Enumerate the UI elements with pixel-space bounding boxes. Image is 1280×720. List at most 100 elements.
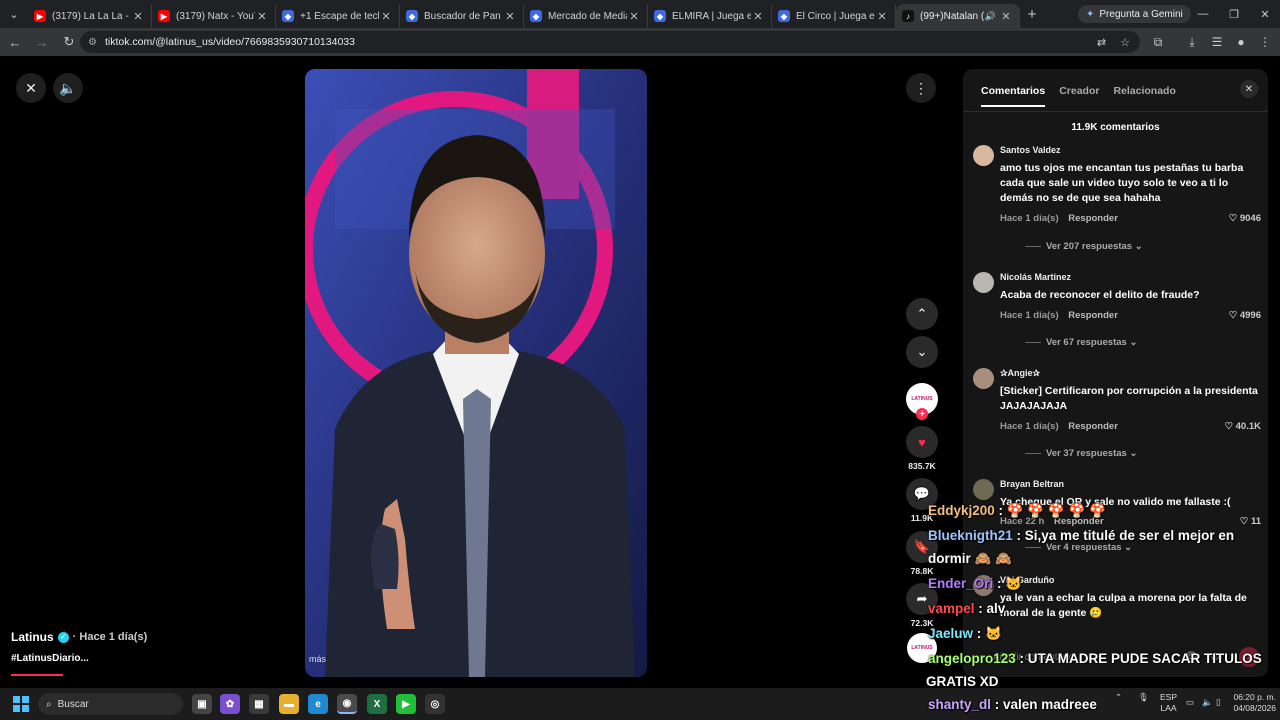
view-replies[interactable]: Ver 207 respuestas ⌄ <box>1025 241 1143 252</box>
view-replies[interactable]: Ver 37 respuestas ⌄ <box>1025 448 1137 459</box>
tab-title: Buscador de Pan | Juega <box>424 10 503 22</box>
tab-title: (99+)Natalan (@natalan) <box>920 10 985 22</box>
browser-tab[interactable]: ◆ ELMIRA | Juega en Roblox ✕ <box>648 4 772 28</box>
windows-start-icon[interactable] <box>13 696 29 712</box>
file-explorer-icon[interactable]: ▬ <box>279 694 299 714</box>
tab-comments[interactable]: Comentarios <box>981 85 1046 107</box>
tab-creator[interactable]: Creador <box>1059 85 1099 107</box>
reload-icon[interactable]: ↻ <box>57 30 81 54</box>
follow-plus-icon[interactable]: + <box>916 408 928 420</box>
obs-icon[interactable]: ◎ <box>425 694 445 714</box>
close-window-icon[interactable]: ✕ <box>1250 0 1280 28</box>
address-bar[interactable]: ⚙ tiktok.com/@latinus_us/video/766983593… <box>80 31 1140 53</box>
avatar[interactable] <box>973 272 994 293</box>
browser-tab[interactable]: ◆ +1 Escape de teclado ✕ <box>276 4 400 28</box>
close-icon[interactable]: ✕ <box>379 10 393 23</box>
tab-title: Mercado de Medianoche <box>548 10 627 22</box>
chat-user: Blueknigth21 <box>928 528 1013 543</box>
edge-icon[interactable]: e <box>308 694 328 714</box>
menu-dots-icon[interactable]: ⋮ <box>1253 30 1277 54</box>
browser-tab-active[interactable]: ♪ (99+)Natalan (@natalan) 🔊 ✕ <box>896 4 1020 28</box>
chat-line: vampel : alv <box>928 601 1005 616</box>
close-icon[interactable]: ✕ <box>751 10 765 23</box>
comment-likes[interactable]: ♡ 40.1K <box>1224 421 1261 432</box>
clock-time: 06:20 p. m. <box>1233 692 1276 702</box>
comment-user[interactable]: ✰Angie✰ <box>1000 368 1040 379</box>
minimize-icon[interactable]: — <box>1188 0 1218 28</box>
comment-user[interactable]: Brayan Beltran <box>1000 479 1064 489</box>
tab-search-icon[interactable]: ⌄ <box>0 0 28 28</box>
browser-tab[interactable]: ◆ El Circo | Juega en Roblox ✕ <box>772 4 896 28</box>
close-icon[interactable]: ✕ <box>999 10 1013 23</box>
extensions-icon[interactable]: ⧉ <box>1146 30 1170 54</box>
download-icon[interactable]: ⤓ <box>1180 30 1204 54</box>
microphone-icon[interactable]: 🎙 <box>1138 692 1149 703</box>
avatar[interactable] <box>973 145 994 166</box>
new-tab-icon[interactable]: + <box>1020 6 1044 23</box>
browser-tab[interactable]: ▶ (3179) Natx - YouTube ✕ <box>152 4 276 28</box>
comment-user[interactable]: Santos Valdez <box>1000 145 1061 155</box>
close-icon[interactable]: ✕ <box>875 10 889 23</box>
bookmark-star-icon[interactable]: ☆ <box>1120 36 1130 49</box>
view-replies[interactable]: Ver 67 respuestas ⌄ <box>1025 337 1137 348</box>
video-player[interactable]: más <box>305 69 647 677</box>
volume-tray-icon[interactable]: 🔈 <box>1202 697 1213 708</box>
comment-text: ya le van a echar la culpa a morena por … <box>1000 592 1247 619</box>
speaker-icon[interactable]: 🔊 <box>985 11 996 22</box>
browser-tab[interactable]: ▶ (3179) La La La - YouTube ✕ <box>28 4 152 28</box>
creator-avatar[interactable]: LATINUS + <box>906 383 938 420</box>
store-icon[interactable]: ▦ <box>249 694 269 714</box>
taskbar-search[interactable]: ⌕ Buscar <box>38 693 183 715</box>
author-name[interactable]: Latinus <box>11 630 54 644</box>
close-icon[interactable]: ✕ <box>255 10 269 23</box>
restore-icon[interactable]: ❐ <box>1219 0 1249 28</box>
reply-button[interactable]: Responder <box>1068 421 1118 432</box>
more-options-icon[interactable]: ⋮ <box>906 73 936 103</box>
tab-related[interactable]: Relacionado <box>1113 85 1175 107</box>
profile-icon[interactable]: ● <box>1229 30 1253 54</box>
forward-icon[interactable]: → <box>30 30 54 54</box>
comment-user[interactable]: Nicolás Martínez <box>1000 272 1071 282</box>
close-icon[interactable]: ✕ <box>1240 80 1258 98</box>
browser-tab[interactable]: ◆ Mercado de Medianoche ✕ <box>524 4 648 28</box>
more-label[interactable]: más <box>309 654 326 664</box>
chrome-icon[interactable]: ◉ <box>337 694 357 714</box>
clock[interactable]: 06:20 p. m. 04/08/2026 <box>1226 692 1276 714</box>
tab-title: (3179) Natx - YouTube <box>176 10 255 22</box>
volume-icon[interactable]: 🔈 <box>53 73 83 103</box>
reading-list-icon[interactable]: ☰ <box>1205 30 1229 54</box>
view-replies[interactable]: Ver 4 respuestas ⌄ <box>1025 542 1132 553</box>
battery-icon[interactable]: ▯ <box>1216 697 1221 708</box>
comment-likes[interactable]: ♡ 9046 <box>1229 213 1261 224</box>
chevron-down-icon[interactable]: ⌄ <box>906 336 938 368</box>
chevron-up-icon[interactable]: ⌃ <box>906 298 938 330</box>
reply-button[interactable]: Responder <box>1068 310 1118 321</box>
video-progress-bar[interactable] <box>11 674 63 676</box>
avatar[interactable] <box>973 368 994 389</box>
network-icon[interactable]: ▭ <box>1186 697 1194 708</box>
chat-line: Blueknigth21 : Si,ya me titulé de ser el… <box>928 528 1234 543</box>
video-frame <box>305 69 647 677</box>
close-icon[interactable]: ✕ <box>627 10 641 23</box>
excel-icon[interactable]: X <box>367 694 387 714</box>
tray-overflow-icon[interactable]: ⌃ <box>1115 692 1122 703</box>
reply-button[interactable]: Responder <box>1068 213 1118 224</box>
heart-icon[interactable]: ♥ <box>906 426 938 458</box>
gemini-button[interactable]: ✦ Pregunta a Gemini <box>1078 5 1191 23</box>
video-hashtag[interactable]: #LatinusDiario... <box>11 653 89 664</box>
copilot-icon[interactable]: ✿ <box>220 694 240 714</box>
language-indicator[interactable]: ESP LAA <box>1160 692 1177 714</box>
close-icon[interactable]: ✕ <box>503 10 517 23</box>
close-video-button[interactable]: ✕ <box>16 73 46 103</box>
translate-icon[interactable]: ⇄ <box>1097 36 1106 49</box>
task-view-icon[interactable]: ▣ <box>192 694 212 714</box>
site-info-icon[interactable]: ⚙ <box>88 37 97 48</box>
comment-likes[interactable]: ♡ 4996 <box>1229 310 1261 321</box>
close-icon[interactable]: ✕ <box>131 10 145 23</box>
comment-likes[interactable]: ♡ 11 <box>1240 516 1261 527</box>
comment-item: Brayan Beltran Ya cheque el QR y sale no… <box>973 479 1261 569</box>
browser-tab[interactable]: ◆ Buscador de Pan | Juega ✕ <box>400 4 524 28</box>
back-icon[interactable]: ← <box>3 30 27 54</box>
streamlabs-icon[interactable]: ▶ <box>396 694 416 714</box>
avatar[interactable] <box>973 479 994 500</box>
